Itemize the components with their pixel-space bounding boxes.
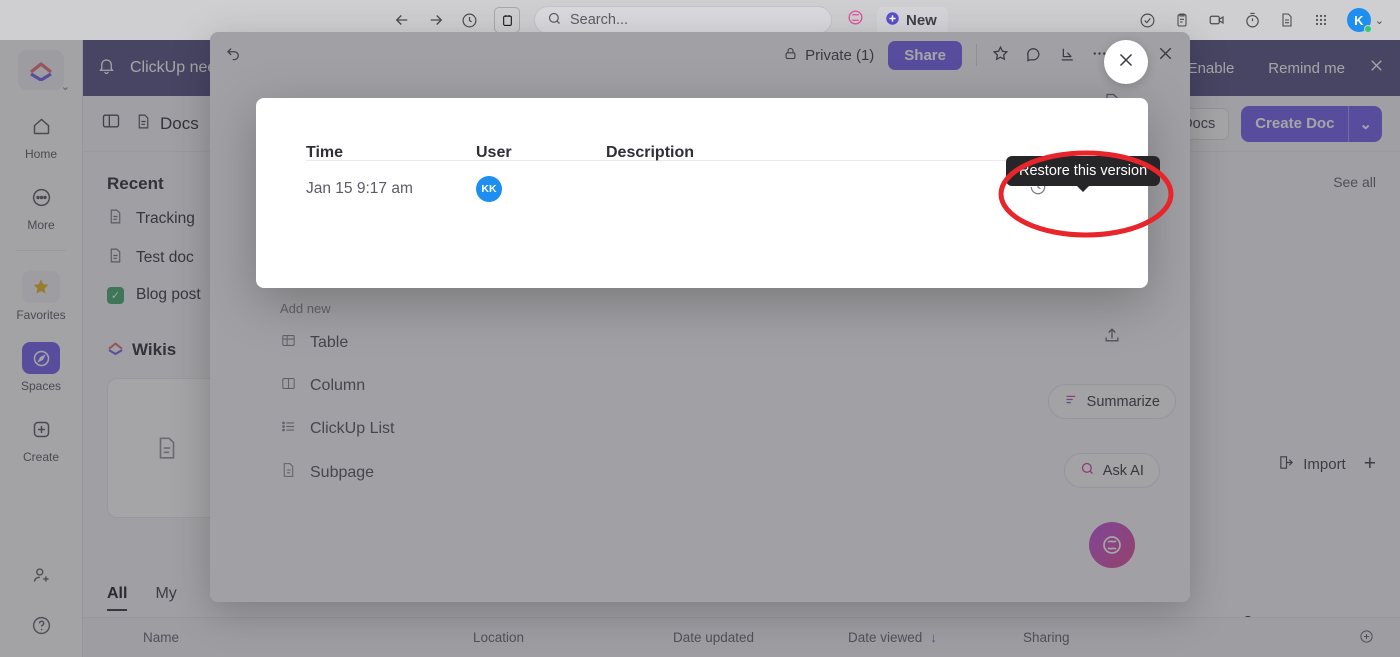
clickup-ai-icon[interactable] [846, 8, 865, 32]
close-button[interactable] [1104, 40, 1148, 84]
plus-circle-icon [885, 11, 900, 30]
clipboard-icon[interactable] [1174, 12, 1190, 28]
reader-icon[interactable] [494, 7, 520, 33]
chevron-down-icon[interactable]: ⌄ [1375, 14, 1384, 27]
forward-arrow-icon[interactable] [427, 11, 445, 29]
version-history-modal: Time User Description Jan 15 9:17 am KK [256, 98, 1148, 288]
search-icon [547, 11, 562, 30]
browser-nav-group [393, 7, 520, 33]
table-header-row: Time User Description [306, 98, 1098, 161]
browser-search-input[interactable]: Search... [534, 6, 832, 34]
restore-tooltip: Restore this version [1006, 156, 1161, 186]
browser-right-icons: K ⌄ [1139, 8, 1384, 33]
new-button-label: New [906, 11, 937, 29]
version-history-table: Time User Description [256, 98, 1148, 161]
new-button[interactable]: New [877, 6, 948, 34]
column-header-user: User [476, 144, 512, 161]
close-icon [1115, 49, 1137, 76]
search-placeholder-text: Search... [570, 12, 629, 28]
avatar-initial: K [1354, 12, 1364, 28]
check-circle-icon[interactable] [1139, 12, 1156, 29]
column-header-description: Description [606, 144, 695, 161]
apps-grid-icon[interactable] [1313, 12, 1329, 28]
avatar[interactable]: KK [476, 176, 502, 202]
screen-root: Search... New K ⌄ ⌄ Home More Favorites … [0, 0, 1400, 657]
avatar[interactable]: K [1346, 8, 1372, 33]
timer-icon[interactable] [1244, 12, 1261, 29]
back-arrow-icon[interactable] [393, 11, 411, 29]
history-clock-icon[interactable] [461, 12, 478, 29]
version-time: Jan 15 9:17 am [306, 180, 413, 197]
version-user: KK [476, 176, 606, 202]
doc-icon[interactable] [1279, 12, 1295, 28]
avatar-initials: KK [481, 183, 497, 195]
column-header-time: Time [306, 144, 344, 161]
online-status-dot [1363, 25, 1372, 33]
table-row[interactable]: Jan 15 9:17 am KK [306, 161, 1098, 217]
video-icon[interactable] [1208, 11, 1226, 29]
